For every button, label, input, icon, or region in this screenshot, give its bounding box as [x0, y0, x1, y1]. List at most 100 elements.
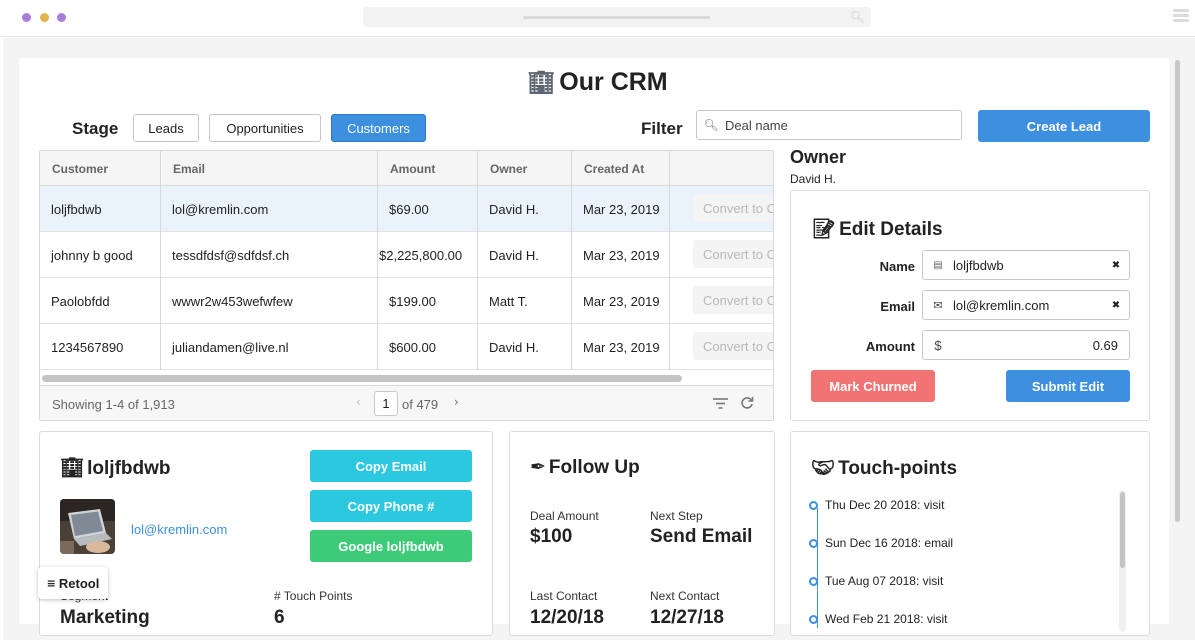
search-placeholder: Deal name [725, 117, 788, 133]
cell-amount: $2,225,800.00 [378, 232, 478, 278]
name-field[interactable]: ▤ loljfbdwb ✖ [922, 250, 1130, 280]
column-header-email[interactable]: Email [161, 151, 378, 186]
stage-customers-button[interactable]: Customers [331, 114, 426, 142]
cell-email: lol@kremlin.com [161, 186, 378, 232]
touch-points-title-text: Touch-points [838, 458, 958, 479]
page-scrollbar[interactable] [1175, 60, 1180, 522]
timeline-line [817, 508, 818, 628]
search-icon: 🔍︎ [849, 10, 865, 24]
page-title: 🏢︎ Our CRM [0, 68, 1195, 97]
timeline-item: Sun Dec 16 2018: email [809, 536, 953, 550]
menu-icon[interactable] [1173, 9, 1189, 25]
table-horizontal-scrollbar[interactable] [42, 375, 682, 382]
cell-customer: 1234567890 [40, 324, 161, 370]
window-maximize-dot[interactable] [57, 13, 66, 22]
currency-prefix: $ [934, 337, 942, 353]
stage-label: Stage [72, 119, 119, 138]
clear-icon[interactable]: ✖ [1103, 260, 1129, 271]
google-search-button[interactable]: Google loljfbdwb [310, 530, 472, 562]
cell-created-at: Mar 23, 2019 [572, 278, 670, 324]
refresh-icon[interactable] [740, 396, 754, 410]
next-page-icon[interactable]: › [454, 395, 459, 409]
touch-points-value: 6 [274, 607, 285, 628]
table-row[interactable]: 1234567890 juliandamen@live.nl $600.00 D… [40, 324, 773, 370]
amount-value: 0.69 [1092, 337, 1118, 353]
search-icon: 🔍︎ [703, 118, 719, 132]
page-number-input[interactable]: 1 [374, 391, 398, 416]
table-row[interactable]: Paolobfdd wwwr2w453wefwfew $199.00 Matt … [40, 278, 773, 324]
cell-customer: johnny b good [40, 232, 161, 278]
cell-owner: David H. [478, 186, 572, 232]
cell-amount: $199.00 [378, 278, 478, 324]
column-header-owner[interactable]: Owner [478, 151, 572, 186]
filter-label: Filter [641, 119, 683, 138]
customer-email-link[interactable]: lol@kremlin.com [131, 522, 227, 537]
column-header-created-at[interactable]: Created At [572, 151, 670, 186]
table-row[interactable]: loljfbdwb lol@kremlin.com $69.00 David H… [40, 186, 773, 232]
filter-icon[interactable] [713, 397, 728, 410]
amount-field[interactable]: $ 0.69 [922, 330, 1130, 360]
timeline-dot-icon [809, 576, 818, 586]
timeline-item: Thu Dec 20 2018: visit [809, 498, 944, 512]
convert-button[interactable]: Convert to Opportunity [693, 332, 773, 360]
stage-opportunities-button[interactable]: Opportunities [209, 114, 321, 142]
copy-email-button[interactable]: Copy Email [310, 450, 472, 482]
follow-up-panel: ✒︎ Follow Up Deal Amount $100 Next Step S… [509, 431, 775, 636]
cell-created-at: Mar 23, 2019 [572, 232, 670, 278]
retool-logo-icon: ≡ [46, 576, 56, 590]
cell-amount: $69.00 [378, 186, 478, 232]
timeline-item-label: Thu Dec 20 2018: visit [825, 498, 945, 512]
last-contact-label: Last Contact [530, 589, 598, 603]
convert-button[interactable]: Convert to Opportunity [693, 194, 773, 222]
next-contact-label: Next Contact [650, 589, 720, 603]
window-close-dot[interactable] [22, 13, 31, 22]
timeline-item-label: Wed Feb 21 2018: visit [825, 612, 948, 626]
cell-amount: $600.00 [378, 324, 478, 370]
convert-button[interactable]: Convert to Opportunity [693, 240, 773, 268]
pen-icon: ✒︎ [530, 456, 546, 478]
email-field[interactable]: ✉ lol@kremlin.com ✖ [922, 290, 1130, 320]
email-value: lol@kremlin.com [953, 297, 1050, 313]
window-minimize-dot[interactable] [40, 13, 49, 22]
owner-value: David H. [790, 172, 837, 186]
create-lead-button[interactable]: Create Lead [978, 110, 1150, 142]
address-bar[interactable]: 🔍︎ [363, 7, 871, 27]
last-contact-value: 12/20/18 [530, 607, 604, 628]
customers-table: Customer Email Amount Owner Created At l… [39, 150, 774, 421]
deal-name-search[interactable]: 🔍︎ Deal name [696, 110, 962, 140]
name-value: loljfbdwb [953, 257, 1004, 273]
address-placeholder [523, 16, 710, 19]
prev-page-icon[interactable]: ‹ [356, 395, 361, 409]
office-building-icon: 🏢︎ [527, 71, 556, 96]
timeline-dot-icon [809, 614, 818, 624]
next-contact-value: 12/27/18 [650, 607, 724, 628]
envelope-icon: ✉ [933, 298, 943, 312]
retool-badge[interactable]: ≡ Retool [38, 567, 108, 599]
page-title-text: Our CRM [559, 68, 668, 96]
copy-phone-button[interactable]: Copy Phone # [310, 490, 472, 522]
cell-customer: Paolobfdd [40, 278, 161, 324]
timeline-item: Wed Feb 21 2018: visit [809, 612, 948, 626]
column-header-amount[interactable]: Amount [378, 151, 478, 186]
table-row[interactable]: johnny b good tessdfdsf@sdfdsf.ch $2,225… [40, 232, 773, 278]
touch-points-scrollbar[interactable] [1120, 492, 1125, 568]
touch-points-panel: 🤝︎ Touch-points Thu Dec 20 2018: visit Su… [790, 431, 1150, 636]
owner-label: Owner [790, 147, 847, 167]
submit-edit-button[interactable]: Submit Edit [1006, 370, 1130, 402]
mark-churned-button[interactable]: Mark Churned [811, 370, 935, 402]
timeline-item: Tue Aug 07 2018: visit [809, 574, 943, 588]
cell-created-at: Mar 23, 2019 [572, 186, 670, 232]
convert-button[interactable]: Convert to Opportunity [693, 286, 773, 314]
touch-points-label: # Touch Points [274, 589, 353, 603]
table-header: Customer Email Amount Owner Created At [40, 151, 773, 186]
table-footer: Showing 1-4 of 1,913 ‹ 1 of 479 › [40, 385, 773, 420]
deal-amount-value: $100 [530, 526, 573, 547]
column-header-customer[interactable]: Customer [40, 151, 161, 186]
stage-leads-button[interactable]: Leads [133, 114, 199, 142]
clear-icon[interactable]: ✖ [1103, 300, 1129, 311]
handshake-icon: 🤝︎ [811, 457, 836, 479]
customer-card: 🏢︎ loljfbdwb lol@kremlin.com Copy Email C… [39, 431, 493, 636]
memo-icon: 📝︎ [812, 218, 837, 240]
edit-details-title-text: Edit Details [839, 219, 943, 240]
retool-badge-label: Retool [58, 575, 100, 591]
